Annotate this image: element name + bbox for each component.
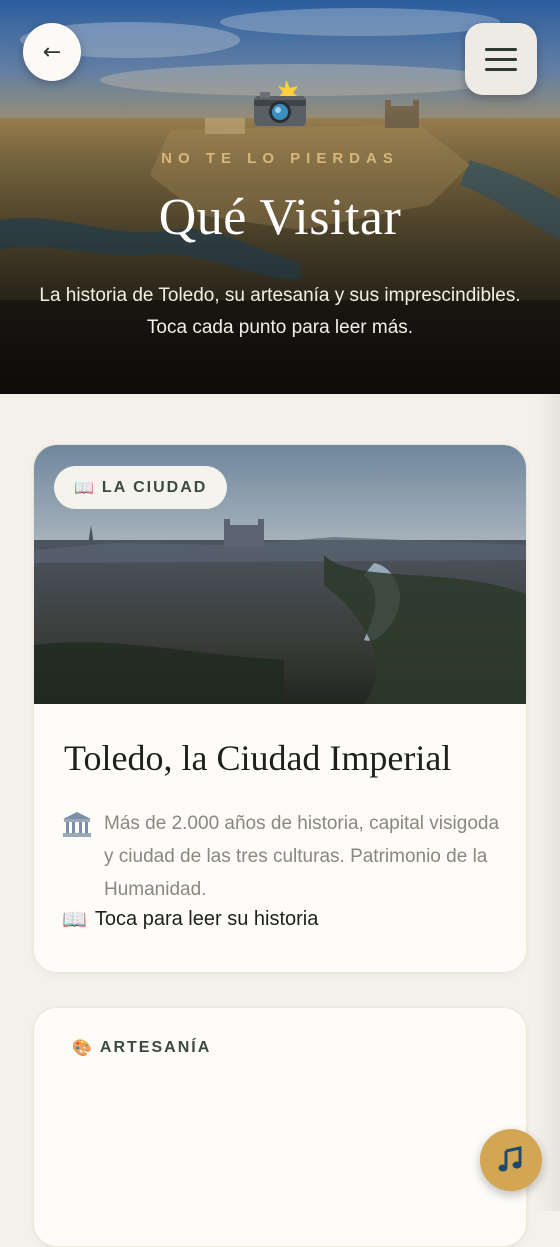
music-button[interactable] [480, 1129, 542, 1191]
card-description: Más de 2.000 años de historia, capital v… [104, 813, 500, 900]
hamburger-menu-icon [485, 47, 517, 51]
back-button[interactable]: ← [23, 23, 81, 81]
classical-building-icon [62, 807, 104, 906]
category-chip: 📖 LA CIUDAD [54, 466, 228, 509]
hero-subtitle: La historia de Toledo, su artesanía y su… [30, 280, 530, 344]
page-title: Qué Visitar [158, 189, 402, 246]
hero-subtitle-line: Toca cada punto para leer más. [146, 317, 414, 338]
artist-palette-icon: 🎨 [72, 1038, 92, 1057]
hero-subtitle-line: La historia de Toledo, su artesanía y su… [39, 285, 521, 306]
read-history-link[interactable]: 📖 Toca para leer su historia [62, 907, 318, 931]
craftsmanship-card[interactable]: 🎨 ARTESANÍA [33, 1007, 527, 1247]
hero-kicker: NO TE LO PIERDAS [161, 150, 399, 167]
city-card[interactable]: 📖 LA CIUDAD Toledo, la Ciudad Imperial M… [33, 444, 527, 973]
category-chip: 🎨 ARTESANÍA [72, 1038, 211, 1057]
arrow-left-icon: ← [42, 39, 62, 65]
open-book-icon: 📖 [62, 907, 87, 931]
hero-banner: ← NO TE LO PIERDAS Qué Visitar La histor… [0, 0, 560, 394]
card-title: Toledo, la Ciudad Imperial [64, 738, 452, 778]
edge-shadow [534, 394, 560, 1211]
card-description-row: Más de 2.000 años de historia, capital v… [62, 807, 502, 906]
category-chip-label: ARTESANÍA [99, 1038, 212, 1056]
menu-button[interactable] [465, 23, 537, 95]
read-history-label: Toca para leer su historia [94, 907, 319, 930]
music-note-icon [498, 1146, 522, 1172]
camera-flash-icon [254, 80, 306, 126]
category-chip-label: LA CIUDAD [101, 478, 208, 496]
open-book-icon: 📖 [74, 478, 94, 497]
